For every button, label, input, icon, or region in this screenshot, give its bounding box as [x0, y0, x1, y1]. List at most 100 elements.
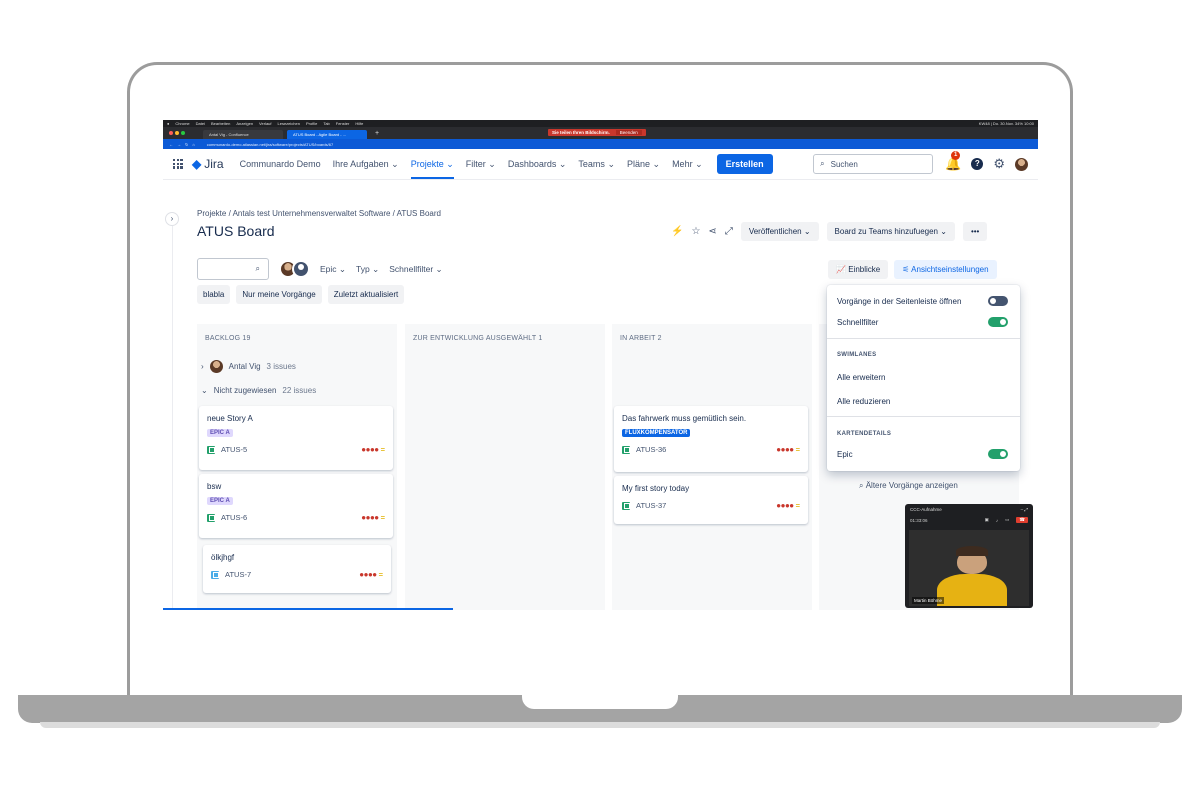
create-button[interactable]: Erstellen: [716, 154, 773, 174]
nav-filter[interactable]: Filter ⌄: [466, 159, 496, 170]
issue-key[interactable]: ATUS-37: [636, 501, 666, 510]
profile-avatar[interactable]: [1015, 157, 1028, 171]
maximize-window-icon[interactable]: [181, 131, 185, 135]
forward-icon[interactable]: →: [177, 142, 181, 147]
expand-all-option[interactable]: Alle erweitern: [837, 373, 1008, 382]
insights-button[interactable]: 📈 Einblicke: [828, 260, 889, 279]
nav-projekte[interactable]: Projekte ⌄: [410, 159, 454, 179]
menu-profile[interactable]: Profile: [306, 121, 317, 126]
search-icon: ⌕: [859, 481, 864, 490]
column-header[interactable]: IN ARBEIT 2: [612, 324, 812, 353]
quickfilter-option[interactable]: Schnellfilter: [837, 317, 1008, 327]
window-controls[interactable]: [169, 131, 185, 135]
swimlane-unassigned[interactable]: ⌄ Nicht zugewiesen 22 issues: [201, 386, 316, 395]
menu-lesezeichen[interactable]: Lesezeichen: [278, 121, 300, 126]
camera-icon[interactable]: ▣: [985, 517, 989, 523]
menu-chrome[interactable]: Chrome: [175, 121, 189, 126]
epic-filter-dropdown[interactable]: Epic ⌄: [320, 264, 346, 275]
issue-card[interactable]: My first story today ATUS-37 ●●●● =: [614, 476, 808, 524]
issue-key[interactable]: ATUS-5: [221, 445, 247, 454]
show-older-issues-link[interactable]: ⌕ Ältere Vorgänge anzeigen: [859, 481, 958, 491]
menu-label: Epic: [837, 449, 853, 459]
close-window-icon[interactable]: [169, 131, 173, 135]
browser-tab[interactable]: Antal Vig - Confluence: [203, 130, 283, 139]
issue-card[interactable]: ölkjhgf ATUS-7 ●●●● =: [203, 545, 391, 593]
star-icon[interactable]: ☆: [691, 226, 700, 237]
board-search-input[interactable]: ⌕: [197, 258, 269, 280]
story-icon: [207, 445, 215, 454]
quickfilter-chips: blabla Nur meine Vorgänge Zuletzt aktual…: [197, 285, 405, 304]
jira-logo[interactable]: ◆ Jira: [192, 157, 224, 171]
nav-dashboards[interactable]: Dashboards ⌄: [508, 159, 567, 170]
browser-tab-active[interactable]: ATUS Board - Agile Board - ...: [287, 130, 367, 139]
swimlanes-heading: SWIMLANES: [837, 352, 877, 358]
column-header[interactable]: BACKLOG 19: [197, 324, 397, 353]
recording-window-controls[interactable]: – ⤢: [1021, 507, 1028, 512]
issue-card[interactable]: bsw EPIC A ATUS-6 ●●●● =: [199, 474, 393, 538]
url-text[interactable]: communardo-demo.atlassian.net/jira/softw…: [207, 142, 333, 147]
menu-fenster[interactable]: Fenster: [336, 121, 350, 126]
publish-button[interactable]: Veröffentlichen ⌄: [740, 222, 819, 241]
issue-key[interactable]: ATUS-6: [221, 513, 247, 522]
open-in-sidebar-option[interactable]: Vorgänge in der Seitenleiste öffnen: [837, 296, 1008, 306]
epic-detail-option[interactable]: Epic: [837, 449, 1008, 459]
swimlane-name: Antal Vig: [228, 362, 261, 371]
menu-bearbeiten[interactable]: Bearbeiten: [211, 121, 230, 126]
new-tab-button[interactable]: +: [371, 130, 383, 139]
share-icon[interactable]: ⋖: [708, 226, 716, 237]
end-call-icon[interactable]: ☎: [1016, 517, 1028, 523]
settings-gear-icon[interactable]: ⚙: [993, 156, 1005, 172]
address-bar[interactable]: ← → ↻ ⌂ communardo-demo.atlassian.net/ji…: [163, 139, 1038, 149]
menu-datei[interactable]: Datei: [196, 121, 205, 126]
issue-key[interactable]: ATUS-7: [225, 570, 251, 579]
chip-my-issues[interactable]: Nur meine Vorgänge: [236, 285, 322, 304]
back-icon[interactable]: ←: [169, 142, 173, 147]
search-input[interactable]: ⌕ Suchen: [813, 154, 934, 174]
home-icon[interactable]: ⌂: [192, 142, 194, 147]
epic-badge: FLUXKOMPENSATOR: [622, 429, 691, 437]
chip-blabla[interactable]: blabla: [197, 285, 231, 304]
nav-teams[interactable]: Teams ⌄: [578, 159, 615, 170]
swimlane-antal[interactable]: › Antal Vig 3 issues: [201, 360, 296, 373]
more-actions-button[interactable]: •••: [962, 222, 988, 241]
minimize-window-icon[interactable]: [175, 131, 179, 135]
nav-mehr[interactable]: Mehr ⌄: [672, 159, 703, 170]
automation-bolt-icon[interactable]: ⚡: [671, 226, 683, 237]
nav-plaene[interactable]: Pläne ⌄: [627, 159, 660, 170]
menu-tab[interactable]: Tab: [323, 121, 329, 126]
menu-hilfe[interactable]: Hilfe: [355, 121, 363, 126]
notifications-icon[interactable]: 🔔 1: [945, 151, 961, 172]
issue-card[interactable]: Das fahrwerk muss gemütlich sein. FLUXKO…: [614, 406, 808, 472]
nav-communardo-demo[interactable]: Communardo Demo: [240, 159, 321, 169]
breadcrumb[interactable]: Projekte / Antals test Unternehmensverwa…: [197, 209, 441, 218]
menu-anzeigen[interactable]: Anzeigen: [236, 121, 253, 126]
collapse-all-option[interactable]: Alle reduzieren: [837, 397, 1008, 406]
quickfilter-toggle[interactable]: [988, 317, 1008, 327]
epic-toggle[interactable]: [988, 449, 1008, 459]
issue-key[interactable]: ATUS-36: [636, 445, 666, 454]
fullscreen-icon[interactable]: ⤢: [725, 226, 733, 237]
view-settings-menu: Vorgänge in der Seitenleiste öffnen Schn…: [827, 285, 1020, 471]
unassigned-avatar-icon[interactable]: [292, 260, 310, 278]
reload-icon[interactable]: ↻: [185, 142, 188, 147]
view-settings-button[interactable]: ⚟ Ansichtseinstellungen: [894, 260, 997, 279]
card-title: ölkjhgf: [211, 553, 235, 562]
stop-share-button[interactable]: Beenden: [615, 130, 642, 135]
microphone-icon[interactable]: ♪: [996, 518, 998, 523]
assignee-avatars[interactable]: [279, 260, 310, 278]
add-to-teams-button[interactable]: Board zu Teams hinzufuegen ⌄: [826, 222, 955, 241]
type-filter-dropdown[interactable]: Typ ⌄: [356, 264, 379, 275]
screen: ● Chrome Datei Bearbeiten Anzeigen Verla…: [163, 120, 1038, 610]
sidebar-toggle[interactable]: [988, 296, 1008, 306]
expand-sidebar-chevron-icon[interactable]: ›: [165, 212, 179, 226]
epic-badge: EPIC A: [207, 429, 233, 437]
screen-icon[interactable]: ▭: [1005, 517, 1009, 523]
issue-card[interactable]: neue Story A EPIC A ATUS-5 ●●●● =: [199, 406, 393, 470]
column-header[interactable]: ZUR ENTWICKLUNG AUSGEWÄHLT 1: [405, 324, 605, 353]
quickfilter-dropdown[interactable]: Schnellfilter ⌄: [389, 264, 442, 275]
nav-ihre-aufgaben[interactable]: Ihre Aufgaben ⌄: [333, 159, 399, 170]
menu-verlauf[interactable]: Verlauf: [259, 121, 271, 126]
app-switcher-icon[interactable]: [173, 159, 183, 169]
help-icon[interactable]: ?: [971, 158, 984, 170]
chip-recently-updated[interactable]: Zuletzt aktualisiert: [327, 285, 405, 304]
